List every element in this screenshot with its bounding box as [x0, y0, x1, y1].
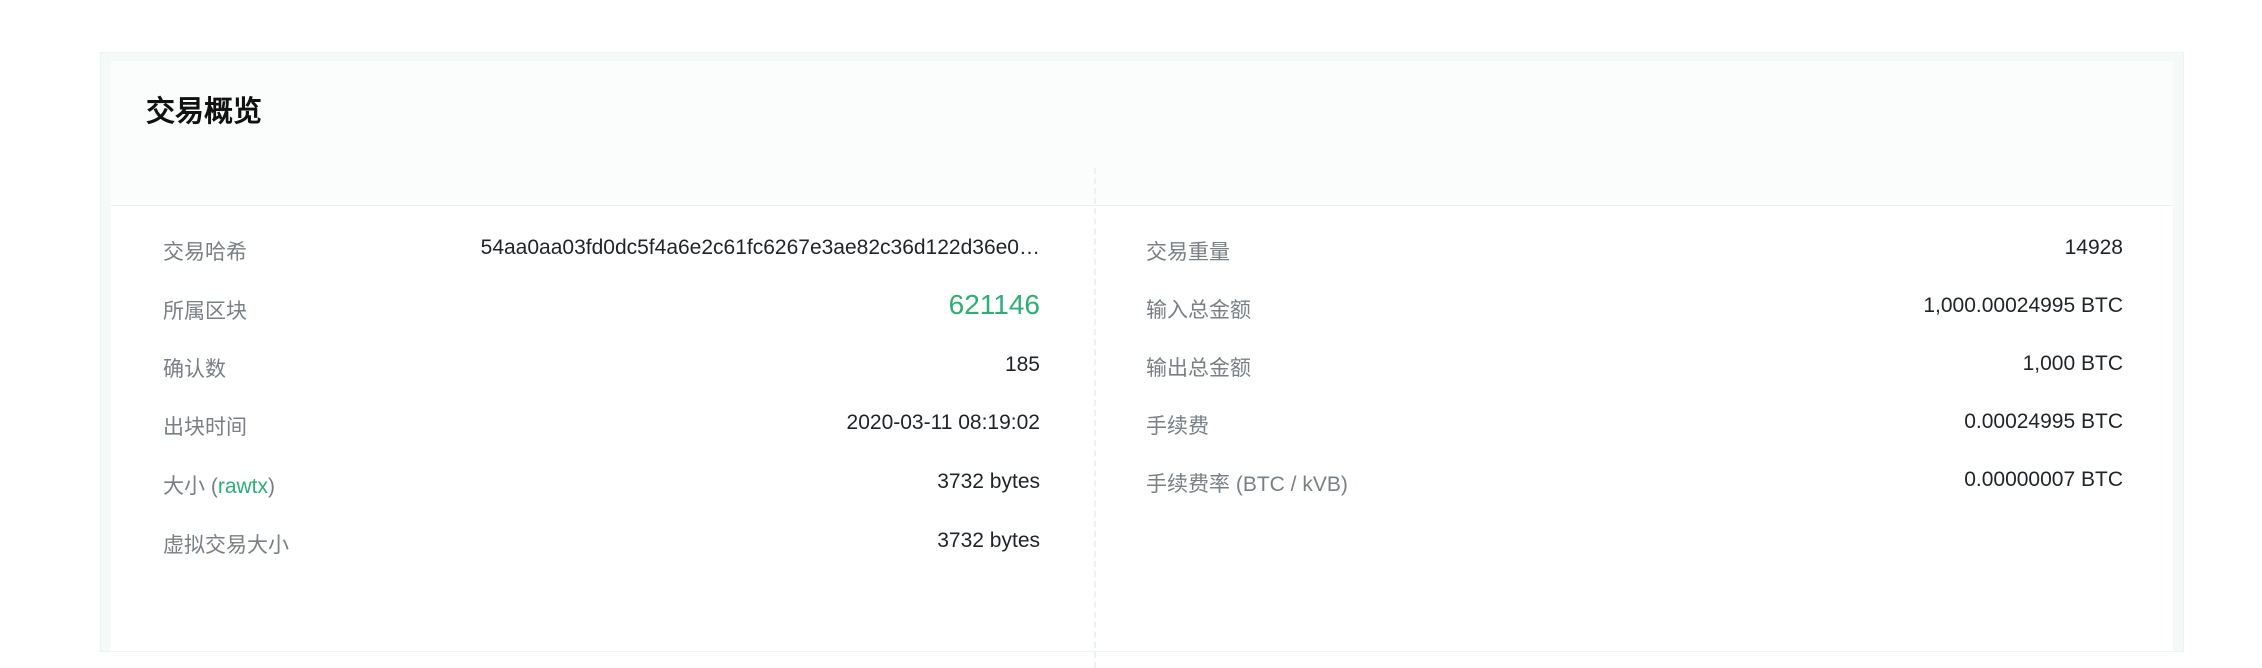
- total-input-label: 输入总金额: [1146, 299, 1251, 322]
- card-title: 交易概览: [146, 96, 263, 128]
- confirmations-label: 确认数: [163, 358, 226, 381]
- weight-label: 交易重量: [1146, 241, 1230, 264]
- fee-rate-value: 0.00000007 BTC: [1964, 468, 2123, 491]
- block-label: 所属区块: [163, 300, 247, 323]
- row-vsize: 虚拟交易大小 3732 bytes: [163, 529, 1040, 559]
- tx-hash-label: 交易哈希: [163, 241, 247, 264]
- fee-label: 手续费: [1146, 415, 1209, 438]
- fee-rate-label: 手续费率 (BTC / kVB): [1146, 473, 1348, 496]
- row-block-time: 出块时间 2020-03-11 08:19:02: [163, 411, 1040, 441]
- column-divider: [1094, 168, 1096, 668]
- vsize-value: 3732 bytes: [937, 529, 1040, 552]
- size-value: 3732 bytes: [937, 470, 1040, 493]
- rawtx-link[interactable]: rawtx: [218, 475, 268, 498]
- vsize-label: 虚拟交易大小: [163, 534, 289, 557]
- fee-value: 0.00024995 BTC: [1964, 410, 2123, 433]
- total-input-value: 1,000.00024995 BTC: [1923, 294, 2123, 317]
- row-size: 大小 (rawtx) 3732 bytes: [163, 470, 1040, 500]
- total-output-value: 1,000 BTC: [2022, 352, 2123, 375]
- block-time-value: 2020-03-11 08:19:02: [846, 411, 1040, 434]
- row-total-output: 输出总金额 1,000 BTC: [1146, 352, 2123, 382]
- row-block: 所属区块 621146: [163, 289, 1040, 325]
- confirmations-value: 185: [1004, 353, 1040, 376]
- size-label: 大小 (rawtx): [163, 470, 275, 500]
- size-label-suffix: ): [268, 475, 276, 498]
- block-time-label: 出块时间: [163, 416, 247, 439]
- row-tx-hash: 交易哈希 54aa0aa03fd0dc5f4a6e2c61fc6267e3ae8…: [163, 236, 1040, 266]
- row-fee: 手续费 0.00024995 BTC: [1146, 410, 2123, 440]
- card-header: [111, 61, 2173, 206]
- row-weight: 交易重量 14928: [1146, 236, 2123, 266]
- tx-hash-value: 54aa0aa03fd0dc5f4a6e2c61fc6267e3ae82c36d…: [480, 236, 1040, 259]
- row-confirmations: 确认数 185: [163, 353, 1040, 383]
- row-fee-rate: 手续费率 (BTC / kVB) 0.00000007 BTC: [1146, 468, 2123, 498]
- weight-value: 14928: [2064, 236, 2123, 259]
- row-total-input: 输入总金额 1,000.00024995 BTC: [1146, 294, 2123, 324]
- total-output-label: 输出总金额: [1146, 357, 1251, 380]
- block-height-link[interactable]: 621146: [949, 289, 1040, 321]
- size-label-prefix: 大小 (: [163, 475, 218, 498]
